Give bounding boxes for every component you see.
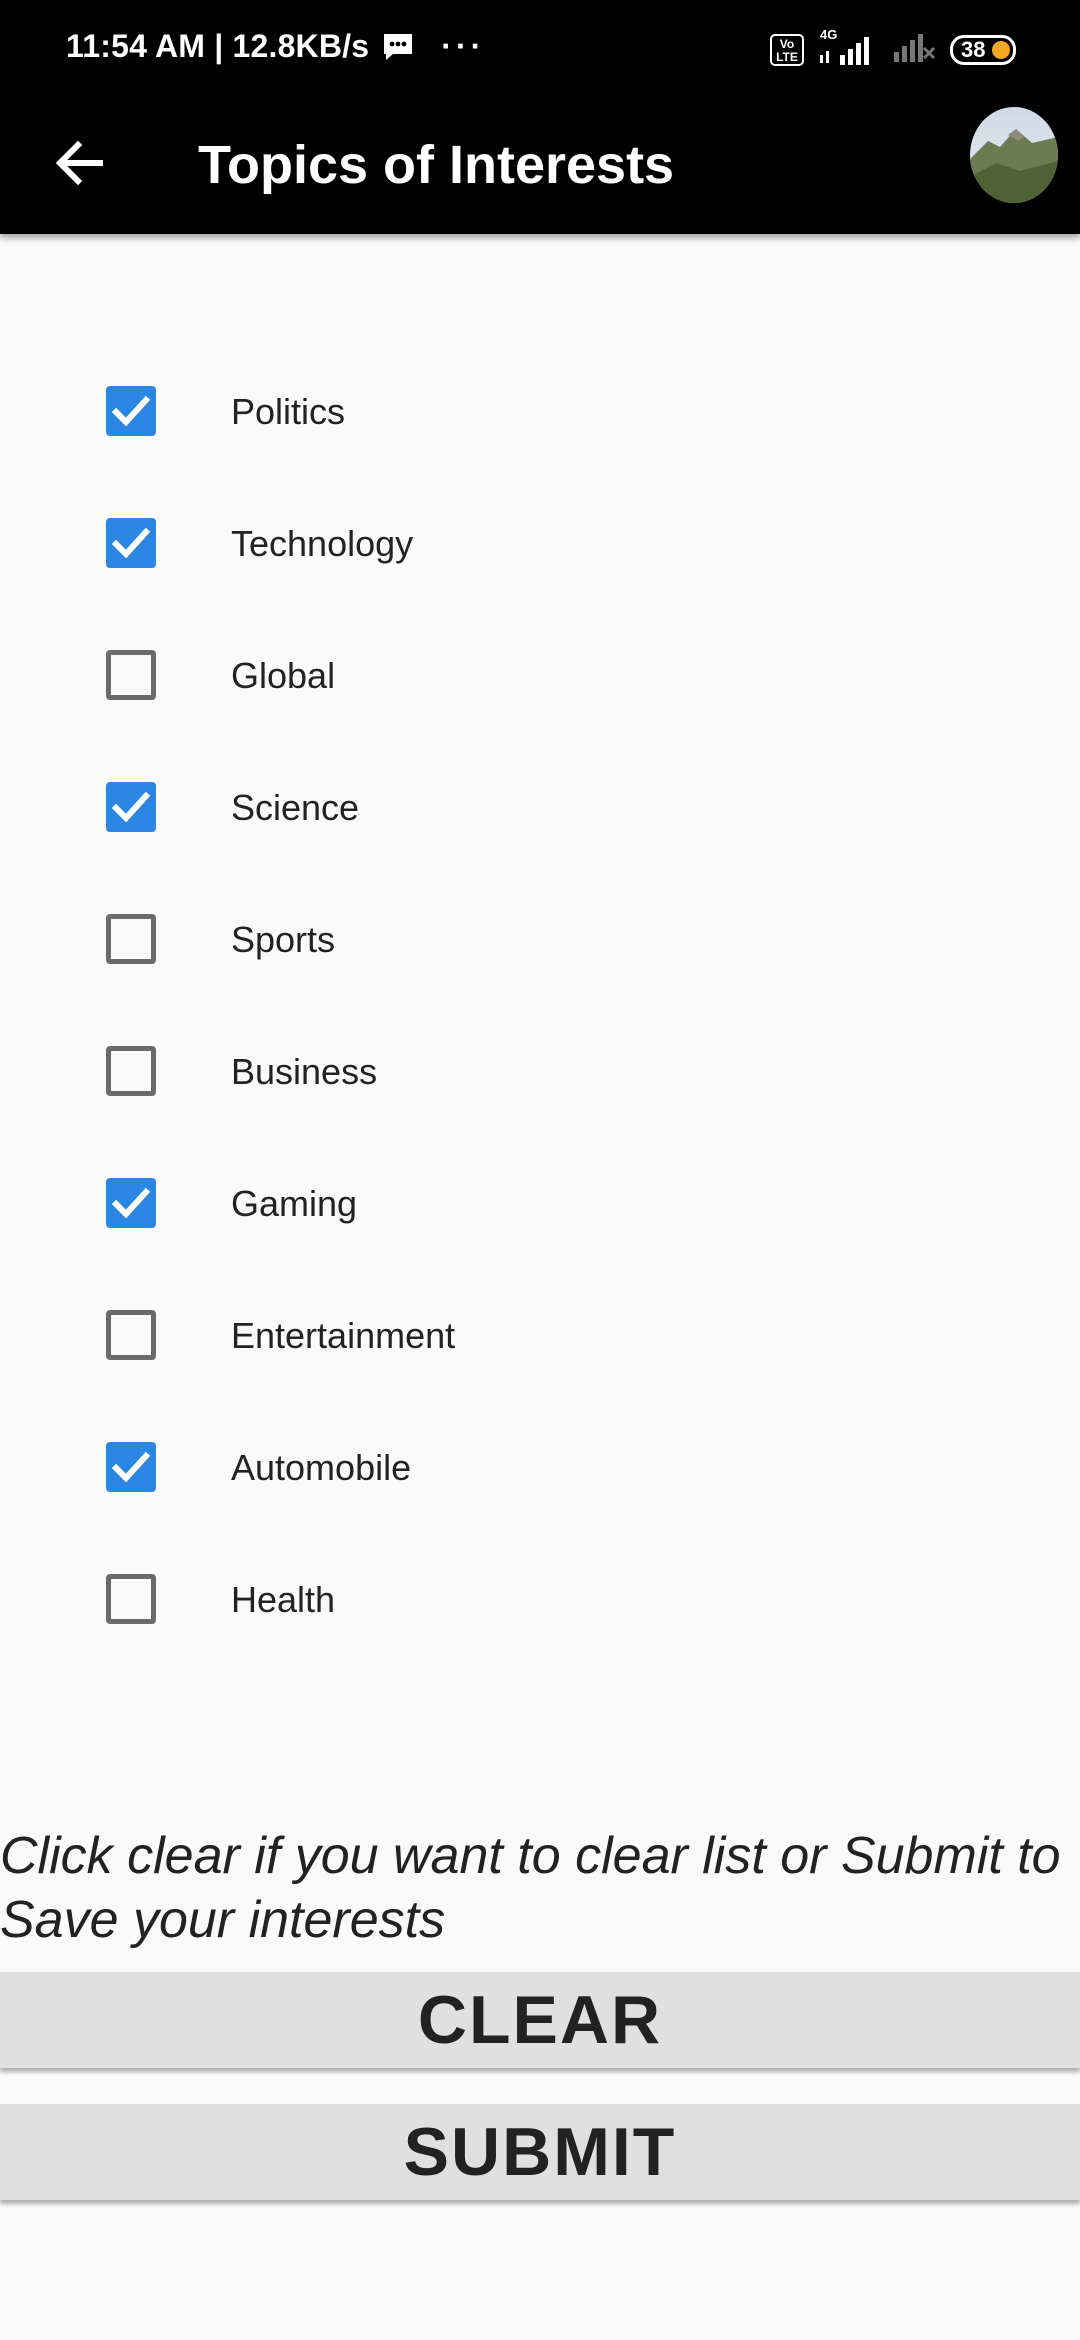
submit-button[interactable]: SUBMIT <box>0 2104 1080 2200</box>
check-icon <box>111 1451 151 1483</box>
check-icon <box>111 1187 151 1219</box>
app-bar: Topics of Interests <box>0 100 1080 234</box>
battery-level: 38 <box>961 36 986 62</box>
message-icon <box>381 32 415 62</box>
topic-item[interactable]: Automobile <box>0 1400 1080 1532</box>
battery-fill <box>992 40 1010 59</box>
checkbox-checked[interactable] <box>106 518 156 568</box>
no-signal-icon <box>892 30 936 69</box>
clear-button[interactable]: CLEAR <box>0 1972 1080 2068</box>
page-title: Topics of Interests <box>198 135 675 195</box>
topic-item[interactable]: Technology <box>0 476 1080 608</box>
arrow-left-icon <box>55 140 103 186</box>
checkbox-unchecked[interactable] <box>106 1574 156 1624</box>
status-right: Vo LTE 4G 38 <box>770 27 1016 69</box>
checkbox-unchecked[interactable] <box>106 914 156 964</box>
topic-item[interactable]: Gaming <box>0 1136 1080 1268</box>
topic-label: Science <box>231 787 360 828</box>
topic-label: Sports <box>231 919 336 960</box>
topic-label: Global <box>231 655 336 696</box>
topic-item[interactable]: Business <box>0 1004 1080 1136</box>
checkbox-checked[interactable] <box>106 386 156 436</box>
topic-item[interactable]: Science <box>0 740 1080 872</box>
status-time-speed: 11:54 AM | 12.8KB/s <box>66 28 370 64</box>
topic-label: Gaming <box>231 1183 358 1224</box>
check-icon <box>111 395 151 427</box>
signal-icon: 4G <box>818 27 878 67</box>
battery-icon: 38 <box>950 34 1016 65</box>
topic-item[interactable]: Sports <box>0 872 1080 1004</box>
topic-label: Politics <box>231 391 346 432</box>
checkbox-unchecked[interactable] <box>106 650 156 700</box>
checkbox-checked[interactable] <box>106 1442 156 1492</box>
topic-item[interactable]: Global <box>0 608 1080 740</box>
check-icon <box>111 791 151 823</box>
avatar[interactable] <box>970 107 1058 203</box>
check-icon <box>111 527 151 559</box>
topic-label: Automobile <box>231 1447 412 1488</box>
topic-item[interactable]: Politics <box>0 344 1080 476</box>
topic-item[interactable]: Entertainment <box>0 1268 1080 1400</box>
status-bar: 11:54 AM | 12.8KB/s ··· Vo LTE 4G 38 <box>0 0 1080 100</box>
checkbox-checked[interactable] <box>106 1178 156 1228</box>
status-left: 11:54 AM | 12.8KB/s ··· <box>66 28 485 65</box>
topic-label: Entertainment <box>231 1315 456 1356</box>
topic-item[interactable]: Health <box>0 1532 1080 1664</box>
back-button[interactable] <box>44 128 114 198</box>
topic-label: Technology <box>231 523 414 564</box>
checkbox-checked[interactable] <box>106 782 156 832</box>
topic-label: Business <box>231 1051 378 1092</box>
instruction-text: Click clear if you want to clear list or… <box>0 1827 1061 1949</box>
topic-label: Health <box>231 1579 336 1620</box>
volte-icon: Vo LTE <box>770 33 804 66</box>
checkbox-unchecked[interactable] <box>106 1310 156 1360</box>
topic-list: Politics Technology Global Science Sports Bus… <box>0 344 1080 1664</box>
checkbox-unchecked[interactable] <box>106 1046 156 1096</box>
more-dots: ··· <box>441 28 486 64</box>
